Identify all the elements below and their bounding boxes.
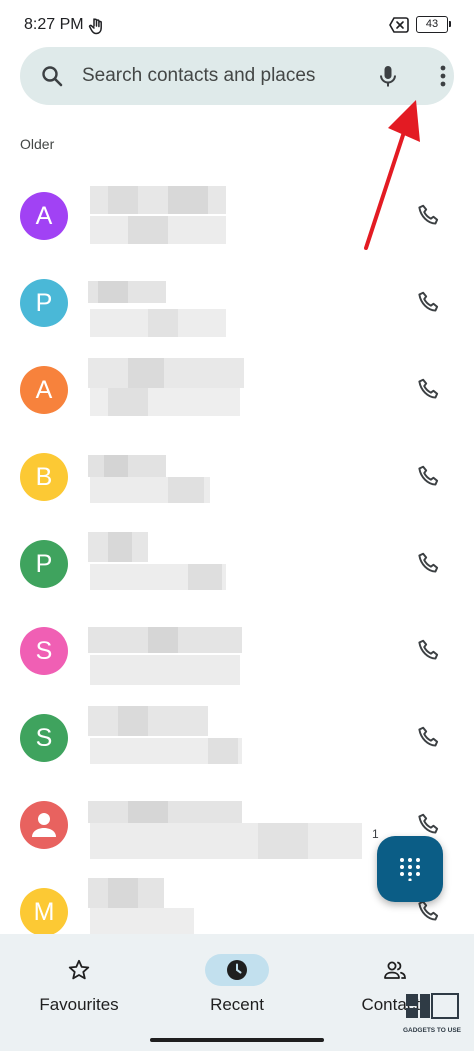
contact-avatar[interactable]: A — [20, 366, 68, 414]
contact-avatar[interactable]: M — [20, 888, 68, 934]
search-bar[interactable] — [20, 47, 454, 105]
call-log-row[interactable]: P — [0, 520, 474, 606]
call-log-row[interactable]: S — [0, 694, 474, 780]
tab-icon-container — [205, 954, 269, 986]
redacted-contact-details — [88, 455, 212, 511]
redacted-contact-details — [88, 186, 228, 244]
phone-icon[interactable] — [416, 289, 442, 315]
person-icon — [32, 813, 56, 837]
contact-avatar[interactable]: S — [20, 714, 68, 762]
call-log-row[interactable]: A — [0, 346, 474, 432]
call-log-row[interactable]: A — [0, 172, 474, 258]
contact-avatar[interactable]: P — [20, 540, 68, 588]
svg-text:GADGETS TO USE: GADGETS TO USE — [403, 1027, 462, 1034]
tab-label: Recent — [210, 995, 264, 1014]
tab-favourites[interactable]: Favourites — [0, 934, 158, 1051]
clock-icon — [227, 960, 247, 980]
tab-icon-container — [47, 954, 111, 986]
redacted-contact-details — [88, 627, 244, 685]
gesture-hand-icon — [88, 18, 102, 35]
redacted-contact-details — [88, 281, 228, 337]
redacted-contact-details — [88, 358, 248, 416]
battery-level: 43 — [425, 18, 439, 30]
status-time: 8:27 PM — [24, 16, 84, 33]
redacted-contact-details — [88, 532, 228, 590]
people-icon — [384, 961, 406, 979]
search-icon[interactable] — [40, 64, 64, 88]
search-input[interactable] — [82, 59, 352, 93]
phone-icon[interactable] — [416, 376, 442, 402]
call-meta-text: 1 — [372, 827, 379, 841]
contact-avatar[interactable]: A — [20, 192, 68, 240]
dialpad-icon — [400, 858, 420, 881]
call-log-row[interactable]: B — [0, 433, 474, 519]
call-log-row[interactable]: S — [0, 607, 474, 693]
phone-icon[interactable] — [416, 463, 442, 489]
phone-icon[interactable] — [416, 550, 442, 576]
contact-avatar[interactable]: B — [20, 453, 68, 501]
section-header: Older — [20, 136, 55, 152]
redacted-contact-details — [88, 878, 198, 934]
phone-icon[interactable] — [416, 724, 442, 750]
call-log-row[interactable]: P — [0, 259, 474, 345]
tab-icon-container — [363, 954, 427, 986]
no-sim-icon — [389, 17, 409, 33]
redacted-contact-details — [88, 706, 244, 764]
phone-icon[interactable] — [416, 637, 442, 663]
phone-icon[interactable] — [416, 811, 442, 837]
battery-indicator: 43 — [416, 16, 451, 33]
status-bar: 8:27 PM 43 — [0, 0, 474, 48]
redacted-contact-details — [88, 801, 368, 859]
home-indicator[interactable] — [150, 1038, 324, 1042]
contact-avatar[interactable]: S — [20, 627, 68, 675]
more-options-icon[interactable] — [430, 63, 456, 89]
tab-recent[interactable]: Recent — [158, 934, 316, 1051]
star-icon — [68, 959, 90, 980]
microphone-icon[interactable] — [375, 63, 401, 89]
tab-label: Favourites — [39, 995, 119, 1014]
contact-avatar[interactable]: P — [20, 279, 68, 327]
dialpad-button[interactable] — [377, 836, 443, 902]
phone-icon[interactable] — [416, 202, 442, 228]
watermark-logo: GADGETS TO USE — [403, 993, 462, 1034]
contact-avatar[interactable] — [20, 801, 68, 849]
